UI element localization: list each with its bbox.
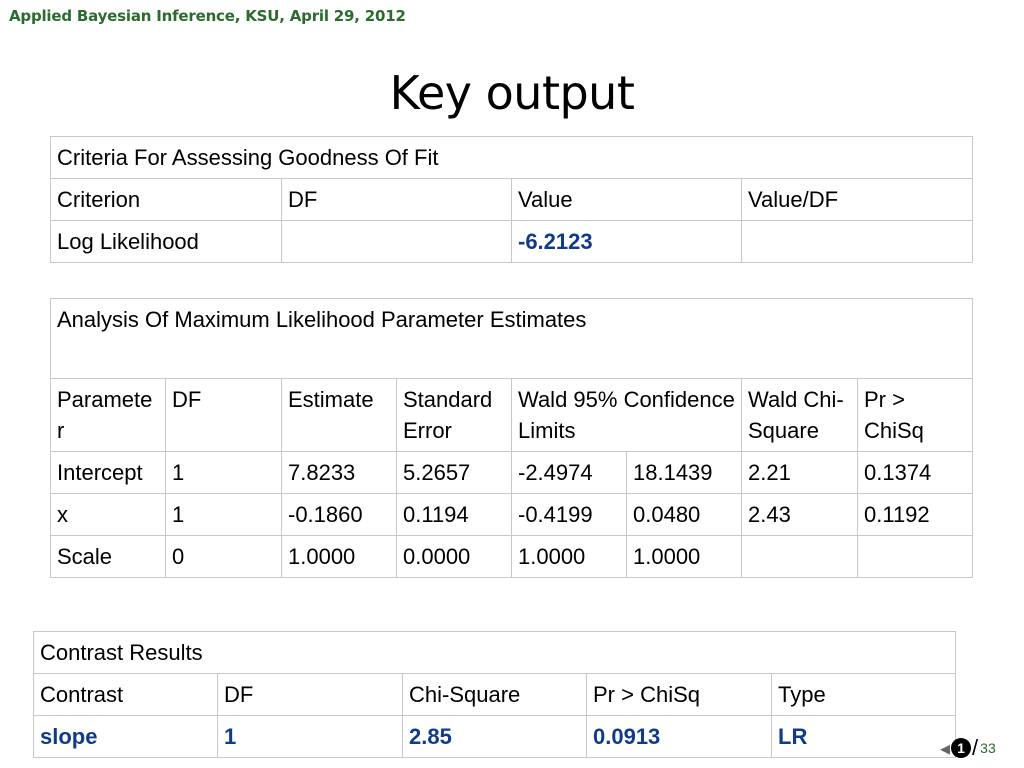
table-caption: Analysis Of Maximum Likelihood Parameter…: [49, 298, 974, 379]
column-header-std-error: Standard Error: [396, 378, 512, 452]
previous-slide-icon[interactable]: ◂: [940, 736, 950, 761]
cell-chisq: 2.85: [402, 715, 587, 758]
cell-df: 1: [165, 493, 282, 536]
column-header: DF: [217, 673, 403, 716]
table-caption-row: Criteria For Assessing Goodness Of Fit: [49, 136, 974, 179]
cell-value: -6.2123: [511, 220, 742, 263]
column-header: Criterion: [50, 178, 282, 221]
cell-pr-chisq: 0.1192: [856, 493, 974, 536]
table-row: Scale 0 1.0000 0.0000 1.0000 1.0000: [50, 535, 974, 578]
cell-std-error: 5.2657: [396, 451, 512, 494]
table-header-row: Parameter DF Estimate Standard Error Wal…: [50, 378, 974, 452]
cell-estimate: 7.8233: [281, 451, 397, 494]
cell-lower-limit: -2.4974: [511, 451, 627, 494]
cell-pr-chisq: 0.0913: [586, 715, 772, 758]
current-slide-number[interactable]: 1: [951, 738, 972, 758]
cell-wald-chisq: [741, 535, 858, 578]
cell-df: 1: [165, 451, 282, 494]
cell-wald-chisq: 2.21: [741, 451, 858, 494]
cell-parameter: Scale: [50, 535, 166, 578]
table-header-row: Contrast DF Chi-Square Pr > ChiSq Type: [33, 673, 956, 716]
contrast-results-table: Contrast Results Contrast DF Chi-Square …: [33, 631, 956, 758]
column-header-wald-chisq: Wald Chi-Square: [741, 378, 858, 452]
table-row: slope 1 2.85 0.0913 LR: [33, 715, 956, 758]
column-header: Value/DF: [740, 178, 974, 221]
column-header: Pr > ChiSq: [586, 673, 772, 716]
presentation-header: Applied Bayesian Inference, KSU, April 2…: [9, 7, 406, 25]
table-row: Intercept 1 7.8233 5.2657 -2.4974 18.143…: [50, 451, 974, 494]
column-header: Chi-Square: [402, 673, 587, 716]
cell-estimate: 1.0000: [281, 535, 397, 578]
cell-type: LR: [771, 715, 956, 758]
slide-pager[interactable]: ◂ 1 / 33: [940, 735, 996, 761]
cell-pr-chisq: [856, 535, 974, 578]
cell-parameter: Intercept: [50, 451, 166, 494]
column-header: Contrast: [33, 673, 218, 716]
table-row: Log Likelihood -6.2123: [50, 220, 974, 263]
cell-std-error: 0.1194: [396, 493, 512, 536]
slide-title: Key output: [389, 66, 635, 120]
table-caption-row: Contrast Results: [33, 631, 956, 674]
column-header-parameter: Parameter: [50, 378, 166, 452]
column-header: DF: [281, 178, 512, 221]
cell-contrast: slope: [33, 715, 218, 758]
cell-parameter: x: [50, 493, 166, 536]
cell-wald-chisq: 2.43: [741, 493, 858, 536]
table-header-row: Criterion DF Value Value/DF: [50, 178, 974, 221]
cell-upper-limit: 0.0480: [626, 493, 742, 536]
cell-value-df: [740, 220, 974, 263]
table-caption: Contrast Results: [33, 631, 956, 674]
cell-upper-limit: 1.0000: [626, 535, 742, 578]
column-header-pr-chisq: Pr > ChiSq: [856, 378, 974, 452]
column-header-df: DF: [165, 378, 282, 452]
cell-lower-limit: -0.4199: [511, 493, 627, 536]
goodness-of-fit-table: Criteria For Assessing Goodness Of Fit C…: [49, 136, 974, 263]
table-caption-row: Analysis Of Maximum Likelihood Parameter…: [49, 298, 974, 379]
cell-criterion: Log Likelihood: [50, 220, 282, 263]
column-header: Type: [771, 673, 956, 716]
cell-df: 1: [217, 715, 403, 758]
cell-lower-limit: 1.0000: [511, 535, 627, 578]
total-slides: 33: [980, 740, 996, 756]
table-row: x 1 -0.1860 0.1194 -0.4199 0.0480 2.43 0…: [50, 493, 974, 536]
column-header-estimate: Estimate: [281, 378, 397, 452]
cell-upper-limit: 18.1439: [626, 451, 742, 494]
cell-std-error: 0.0000: [396, 535, 512, 578]
column-header-wald-limits: Wald 95% Confidence Limits: [511, 378, 742, 452]
parameter-estimates-table: Analysis Of Maximum Likelihood Parameter…: [49, 298, 974, 578]
cell-estimate: -0.1860: [281, 493, 397, 536]
cell-df: 0: [165, 535, 282, 578]
table-caption: Criteria For Assessing Goodness Of Fit: [49, 136, 974, 179]
cell-df: [281, 220, 512, 263]
column-header: Value: [511, 178, 742, 221]
cell-pr-chisq: 0.1374: [856, 451, 974, 494]
pager-separator: /: [972, 735, 979, 760]
